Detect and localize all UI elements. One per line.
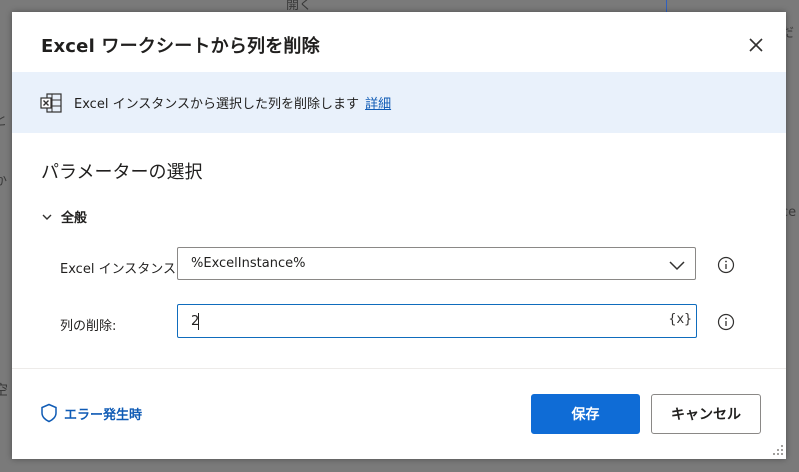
details-link[interactable]: 詳細 [365, 97, 391, 112]
banner-description: Excel インスタンスから選択した列を削除します [74, 97, 360, 112]
background-accent-line [666, 0, 667, 12]
instance-label: Excel インスタンス: [60, 262, 181, 277]
info-banner: Excel インスタンスから選択した列を削除します 詳細 [12, 72, 786, 133]
dialog-title: Excel ワークシートから列を削除 [41, 36, 320, 57]
section-title: パラメーターの選択 [41, 162, 203, 183]
group-label: 全般 [61, 211, 88, 226]
footer-divider [12, 368, 786, 369]
chevron-down-icon [669, 261, 685, 271]
cancel-button[interactable]: キャンセル [651, 394, 761, 434]
on-error-link[interactable]: エラー発生時 [40, 403, 142, 423]
text-cursor [198, 313, 199, 330]
background-text: と [0, 114, 8, 129]
on-error-label: エラー発生時 [64, 407, 143, 423]
shield-icon [41, 403, 57, 423]
excel-instance-select[interactable]: %ExcelInstance% [177, 247, 696, 280]
background-text: か [0, 174, 8, 189]
chevron-down-icon [42, 214, 52, 220]
group-toggle-general[interactable]: 全般 [41, 207, 87, 226]
delete-column-dialog: Excel ワークシートから列を削除 Excel インスタンスから選択した列を削… [12, 12, 786, 459]
resize-grip-icon[interactable] [772, 444, 784, 456]
column-input[interactable]: 2 {x} [177, 304, 697, 338]
close-button[interactable] [745, 34, 767, 56]
banner-text: Excel インスタンスから選択した列を削除します 詳細 [74, 93, 391, 112]
background-text: 空 [0, 383, 8, 399]
info-icon[interactable] [717, 313, 735, 331]
excel-icon [40, 93, 62, 113]
save-button[interactable]: 保存 [531, 394, 640, 434]
select-value: %ExcelInstance% [191, 256, 306, 271]
info-icon[interactable] [717, 256, 735, 274]
column-label: 列の削除: [60, 319, 117, 334]
close-icon [749, 38, 763, 52]
variable-picker-button[interactable]: {x} [669, 312, 692, 327]
